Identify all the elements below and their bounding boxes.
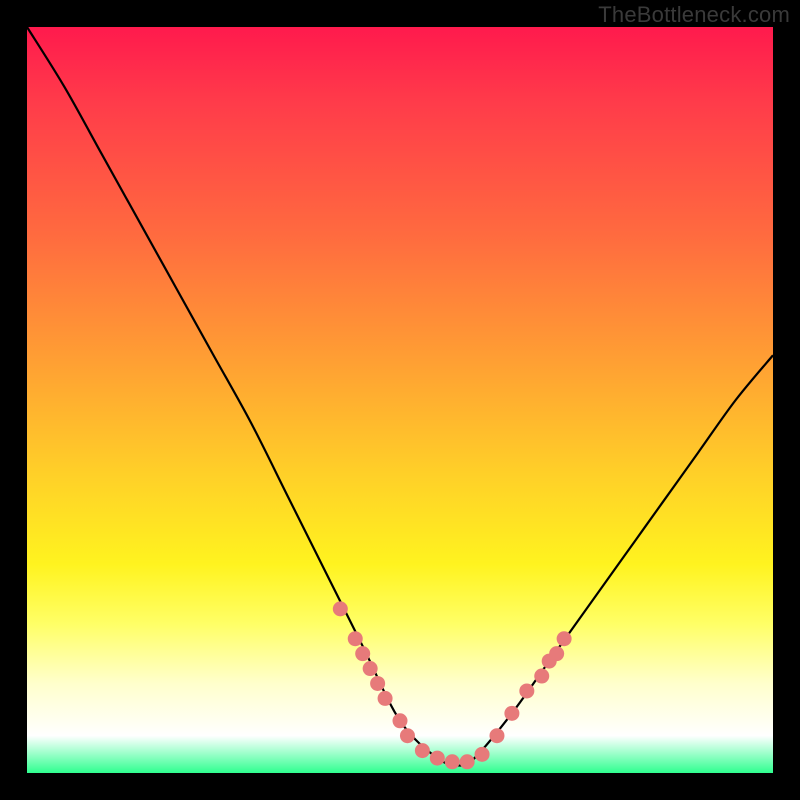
highlight-dot (363, 661, 378, 676)
highlight-dot (557, 631, 572, 646)
highlight-dot (333, 601, 348, 616)
bottleneck-curve (27, 27, 773, 766)
highlight-dot (355, 646, 370, 661)
watermark-text: TheBottleneck.com (598, 2, 790, 28)
highlight-dot (534, 669, 549, 684)
highlight-dot (445, 754, 460, 769)
highlight-dot (489, 728, 504, 743)
highlight-dot (400, 728, 415, 743)
highlight-dots-group (333, 601, 572, 769)
highlight-dot (475, 747, 490, 762)
chart-svg (27, 27, 773, 773)
highlight-dot (504, 706, 519, 721)
highlight-dot (378, 691, 393, 706)
highlight-dot (370, 676, 385, 691)
highlight-dot (460, 754, 475, 769)
chart-frame: TheBottleneck.com (0, 0, 800, 800)
highlight-dot (348, 631, 363, 646)
highlight-dot (393, 713, 408, 728)
highlight-dot (519, 683, 534, 698)
highlight-dot (430, 751, 445, 766)
highlight-dot (549, 646, 564, 661)
highlight-dot (415, 743, 430, 758)
